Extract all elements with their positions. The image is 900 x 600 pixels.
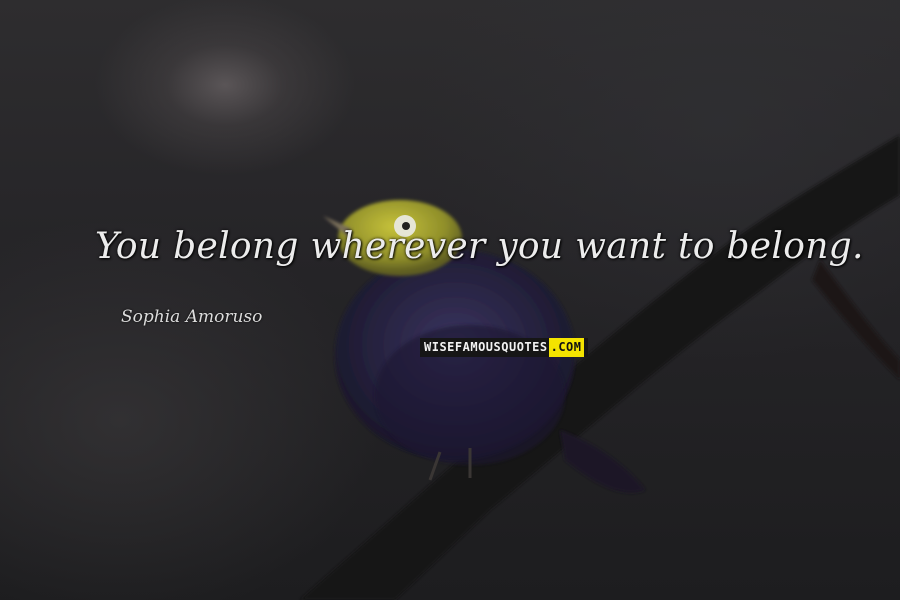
bird-tail	[560, 430, 645, 493]
watermark-highlight: .COM	[548, 338, 584, 357]
quote-image: You belong wherever you want to belong. …	[0, 0, 900, 600]
quote-author: Sophia Amoruso	[121, 307, 263, 327]
site-watermark: WISEFAMOUSQUOTES .COM	[420, 338, 588, 357]
quote-text: You belong wherever you want to belong.	[95, 226, 864, 267]
twig	[812, 260, 900, 380]
watermark-main: WISEFAMOUSQUOTES	[424, 340, 548, 354]
bird-photo	[300, 135, 900, 600]
